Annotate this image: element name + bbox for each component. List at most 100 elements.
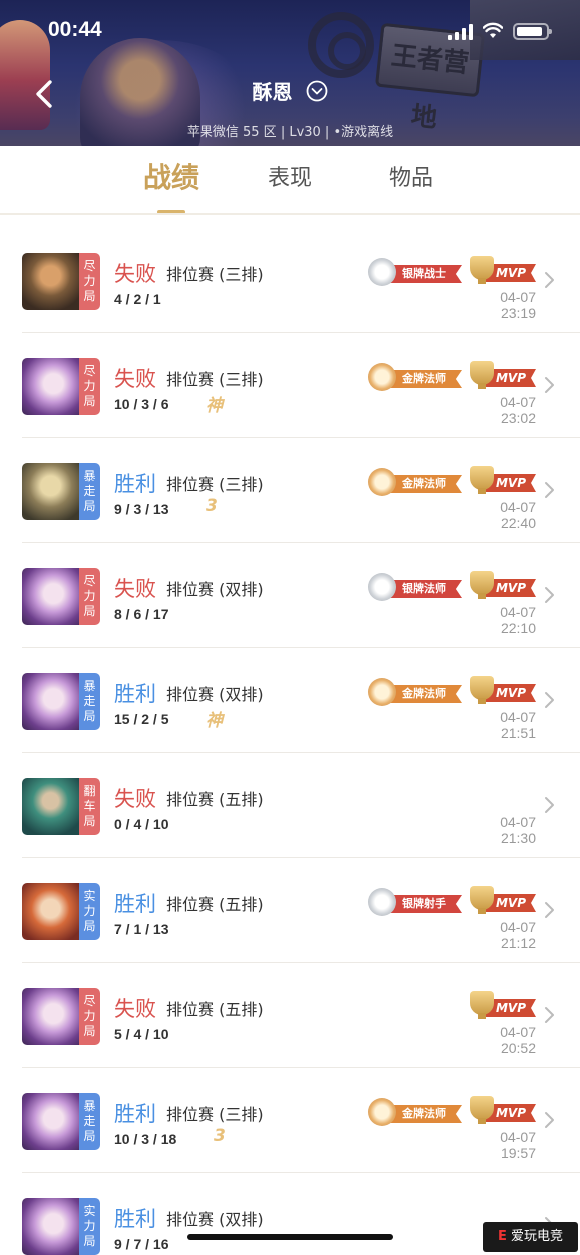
chevron-right-icon[interactable] — [544, 480, 556, 500]
medal-icon — [368, 363, 396, 391]
kda-score: 10 / 3 / 18 — [114, 1131, 177, 1147]
watermark-text: 爱玩电竞 — [511, 1229, 564, 1244]
match-tag: 实力局 — [79, 883, 100, 940]
medal-icon — [368, 678, 396, 706]
match-time: 04-07 22:10 — [500, 604, 536, 636]
hero-avatar: 翻车局 — [22, 778, 100, 835]
tab-items[interactable]: 物品 — [361, 160, 461, 192]
medal-icon — [368, 1098, 396, 1126]
tab-divider — [0, 213, 580, 215]
match-tag: 尽力局 — [79, 988, 100, 1045]
match-tag: 尽力局 — [79, 253, 100, 310]
hero-avatar: 暴走局 — [22, 463, 100, 520]
match-mode: 排位赛 (三排) — [166, 475, 264, 494]
match-row[interactable]: 实力局 胜利 排位赛 (五排) 7 / 1 / 13 银牌射手 MVP 04-07 … — [22, 858, 580, 963]
match-result: 失败 — [114, 577, 156, 601]
special-achievement-mark: 3 — [206, 496, 218, 516]
chevron-right-icon[interactable] — [544, 690, 556, 710]
chevron-right-icon[interactable] — [544, 795, 556, 815]
chevron-down-circle-icon[interactable] — [306, 80, 328, 102]
match-tag: 尽力局 — [79, 358, 100, 415]
kda-score: 15 / 2 / 5 — [114, 711, 169, 727]
mvp-badge: MVP — [468, 571, 540, 601]
kda-score: 5 / 4 / 10 — [114, 1026, 169, 1042]
kda-score: 8 / 6 / 17 — [114, 606, 169, 622]
badge-label: 银牌法师 — [386, 580, 462, 598]
hero-avatar: 尽力局 — [22, 988, 100, 1045]
match-tag: 尽力局 — [79, 568, 100, 625]
match-time: 04-07 20:52 — [500, 1024, 536, 1056]
match-row[interactable]: 尽力局 失败 排位赛 (三排) 10 / 3 / 6 神 金牌法师 MVP 04-07… — [22, 333, 580, 438]
match-row[interactable]: 尽力局 失败 排位赛 (双排) 8 / 6 / 17 银牌法师 MVP 04-07 … — [22, 543, 580, 648]
kda-score: 4 / 2 / 1 — [114, 291, 161, 307]
trophy-icon — [470, 571, 494, 599]
trophy-icon — [470, 886, 494, 914]
trophy-icon — [470, 466, 494, 494]
position-badge: 银牌法师 — [368, 573, 464, 601]
match-mode: 排位赛 (双排) — [166, 1210, 264, 1229]
medal-icon — [368, 888, 396, 916]
match-tag: 暴走局 — [79, 1093, 100, 1150]
match-time: 04-07 21:51 — [500, 709, 536, 741]
battery-icon — [513, 23, 552, 40]
chevron-right-icon[interactable] — [544, 270, 556, 290]
match-row[interactable]: 暴走局 胜利 排位赛 (三排) 9 / 3 / 13 3 金牌法师 MVP 04-07… — [22, 438, 580, 543]
match-history-list: 尽力局 失败 排位赛 (三排) 4 / 2 / 1 银牌战士 MVP 04-07 2… — [0, 228, 580, 1255]
match-row[interactable]: 尽力局 失败 排位赛 (三排) 4 / 2 / 1 银牌战士 MVP 04-07 2… — [22, 228, 580, 333]
position-badge: 银牌射手 — [368, 888, 464, 916]
trophy-icon — [470, 676, 494, 704]
chevron-right-icon[interactable] — [544, 585, 556, 605]
tab-record[interactable]: 战绩 — [121, 156, 221, 196]
match-row[interactable]: 暴走局 胜利 排位赛 (三排) 10 / 3 / 18 3 金牌法师 MVP 04-0… — [22, 1068, 580, 1173]
hero-avatar: 尽力局 — [22, 253, 100, 310]
hero-portrait — [22, 568, 79, 625]
match-result: 胜利 — [114, 472, 156, 496]
hero-portrait — [22, 253, 79, 310]
home-indicator[interactable] — [187, 1234, 393, 1240]
match-time: 04-07 21:12 — [500, 919, 536, 951]
kda-score: 7 / 1 / 13 — [114, 921, 169, 937]
match-result: 胜利 — [114, 1102, 156, 1126]
match-row[interactable]: 暴走局 胜利 排位赛 (双排) 15 / 2 / 5 神 金牌法师 MVP 04-07… — [22, 648, 580, 753]
position-badge: 金牌法师 — [368, 678, 464, 706]
position-badge: 金牌法师 — [368, 363, 464, 391]
badge-label: 金牌法师 — [386, 475, 462, 493]
tab-performance[interactable]: 表现 — [240, 160, 340, 192]
match-mode: 排位赛 (三排) — [166, 1105, 264, 1124]
match-result: 失败 — [114, 262, 156, 286]
match-row[interactable]: 尽力局 失败 排位赛 (五排) 5 / 4 / 10 MVP 04-07 20:52 — [22, 963, 580, 1068]
hero-portrait — [22, 778, 79, 835]
medal-icon — [368, 258, 396, 286]
special-achievement-mark: 3 — [214, 1126, 226, 1146]
match-time: 04-07 19:57 — [500, 1129, 536, 1161]
chevron-right-icon[interactable] — [544, 375, 556, 395]
match-row[interactable]: 翻车局 失败 排位赛 (五排) 0 / 4 / 10 04-07 21:30 — [22, 753, 580, 858]
match-tag: 暴走局 — [79, 463, 100, 520]
match-time: 04-07 23:02 — [500, 394, 536, 426]
hero-avatar: 实力局 — [22, 1198, 100, 1255]
position-badge: 银牌战士 — [368, 258, 464, 286]
match-mode: 排位赛 (五排) — [166, 895, 264, 914]
special-achievement-mark: 神 — [206, 711, 223, 731]
match-tag: 翻车局 — [79, 778, 100, 835]
badge-label: 金牌法师 — [386, 370, 462, 388]
wifi-icon — [483, 22, 503, 38]
badge-label: 银牌战士 — [386, 265, 462, 283]
match-time: 04-07 22:40 — [500, 499, 536, 531]
status-bar: 00:44 — [0, 0, 580, 62]
chevron-right-icon[interactable] — [544, 900, 556, 920]
trophy-icon — [470, 361, 494, 389]
watermark-logo: E 爱玩电竞 — [483, 1222, 578, 1252]
match-result: 失败 — [114, 367, 156, 391]
mvp-badge: MVP — [468, 1096, 540, 1126]
position-badge: 金牌法师 — [368, 468, 464, 496]
kda-score: 9 / 3 / 13 — [114, 501, 169, 517]
tab-bar: 战绩 表现 物品 — [0, 146, 580, 214]
trophy-icon — [470, 991, 494, 1019]
kda-score: 10 / 3 / 6 — [114, 396, 169, 412]
nickname-selector[interactable]: 酥恩 — [0, 76, 580, 110]
mvp-badge: MVP — [468, 886, 540, 916]
chevron-right-icon[interactable] — [544, 1005, 556, 1025]
chevron-right-icon[interactable] — [544, 1110, 556, 1130]
match-mode: 排位赛 (三排) — [166, 265, 264, 284]
